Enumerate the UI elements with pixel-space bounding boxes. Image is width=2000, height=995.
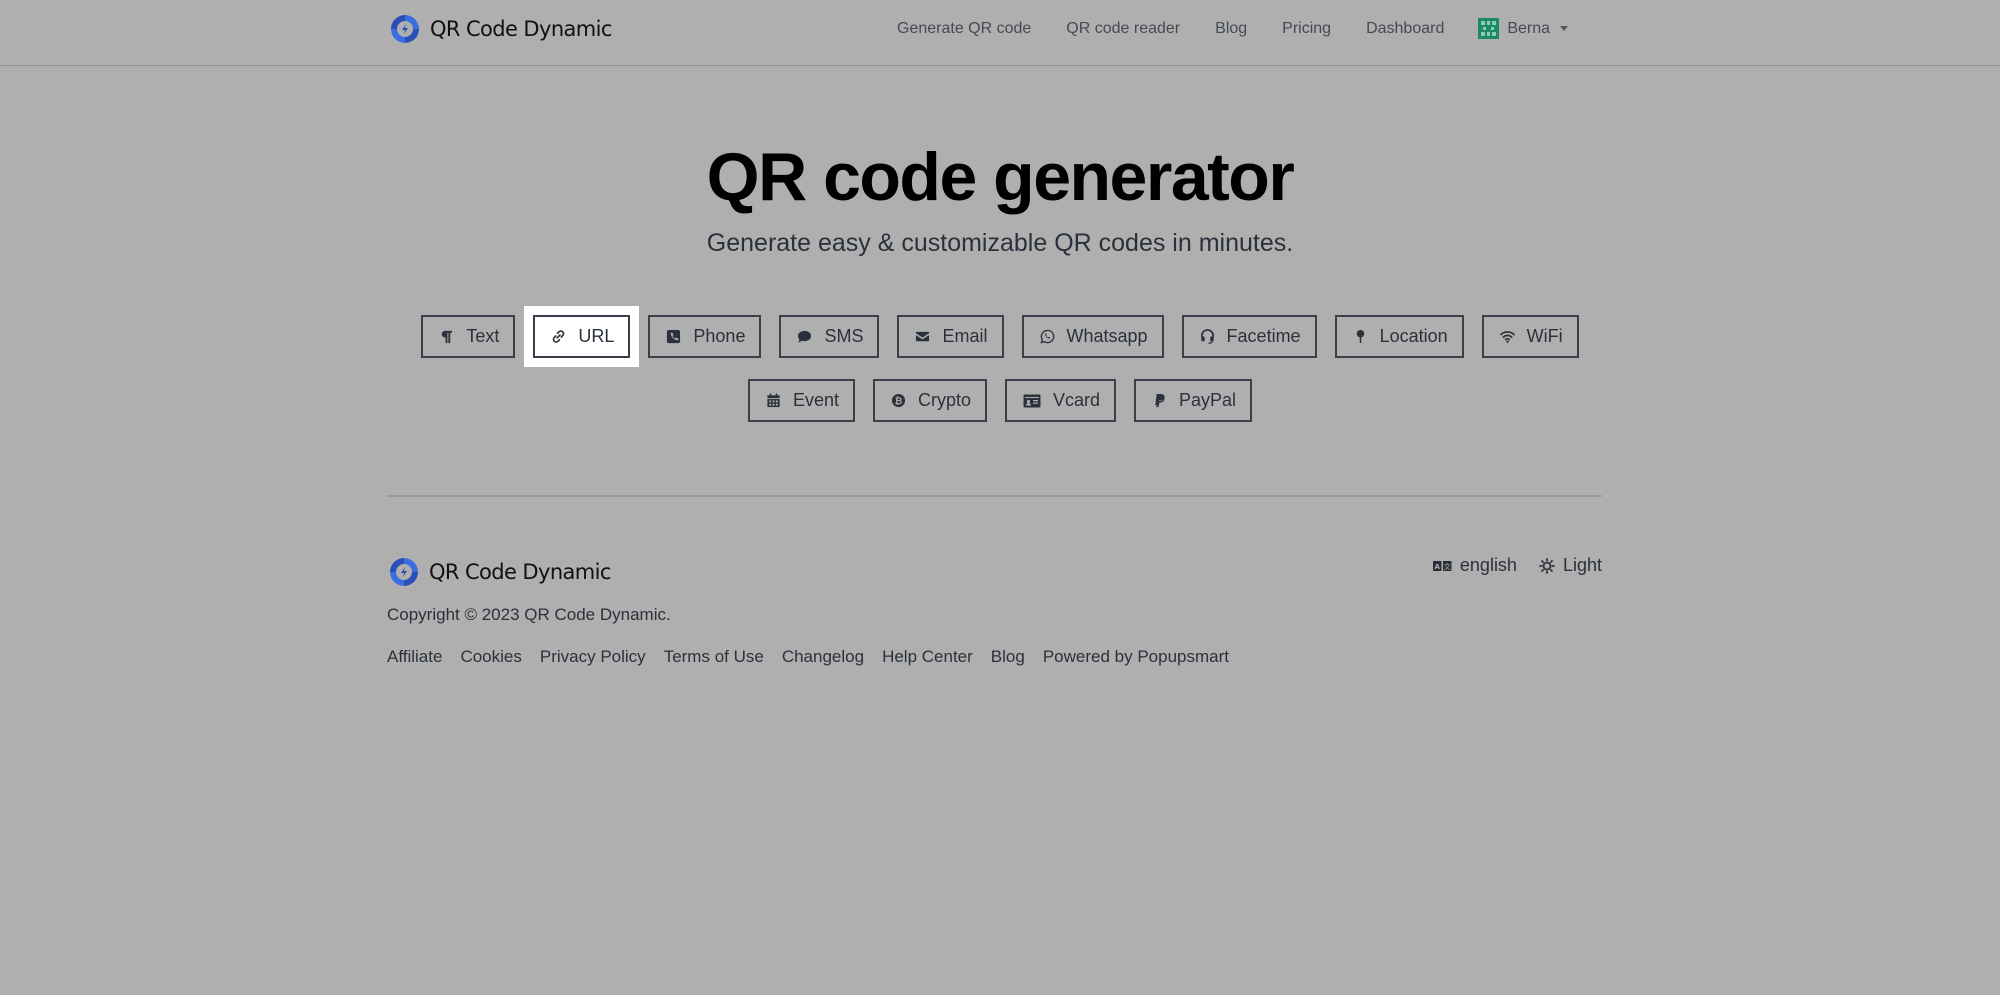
qr-type-text-button[interactable]: Text bbox=[421, 315, 516, 358]
theme-label: Light bbox=[1562, 555, 1602, 575]
qr-type-whatsapp-button[interactable]: Whatsapp bbox=[1021, 315, 1164, 358]
qr-code-dynamic-logo-icon bbox=[391, 15, 419, 43]
qr-code-dynamic-logo-icon bbox=[390, 558, 418, 586]
user-menu[interactable]: Berna bbox=[1478, 18, 1569, 39]
qr-type-email-button[interactable]: Email bbox=[897, 315, 1004, 358]
translate-icon: A文 bbox=[1432, 560, 1452, 571]
paypal-icon bbox=[1155, 393, 1165, 408]
footer-link-affiliate[interactable]: Affiliate bbox=[387, 647, 442, 667]
nav-qr-code-reader[interactable]: QR code reader bbox=[1066, 20, 1180, 38]
nav-pricing[interactable]: Pricing bbox=[1282, 20, 1331, 38]
page-subtitle: Generate easy & customizable QR codes in… bbox=[706, 229, 1294, 257]
nav-dashboard[interactable]: Dashboard bbox=[1366, 20, 1444, 38]
qr-type-phone-button[interactable]: Phone bbox=[648, 315, 762, 358]
qr-type-facetime-button[interactable]: Facetime bbox=[1181, 315, 1317, 358]
qr-type-wifi-button[interactable]: WiFi bbox=[1481, 315, 1579, 358]
paragraph-icon bbox=[442, 330, 453, 344]
qr-type-label: Facetime bbox=[1226, 326, 1301, 346]
qr-type-label: PayPal bbox=[1179, 390, 1237, 410]
footer-link-privacy-policy[interactable]: Privacy Policy bbox=[540, 647, 646, 667]
user-name: Berna bbox=[1507, 19, 1551, 37]
headset-icon bbox=[1200, 329, 1214, 344]
sun-icon bbox=[1539, 557, 1555, 574]
svg-text:文: 文 bbox=[1444, 562, 1451, 571]
nav-generate-qr-code[interactable]: Generate QR code bbox=[897, 20, 1031, 38]
qr-type-label: Text bbox=[466, 326, 500, 346]
svg-text:A: A bbox=[1434, 563, 1440, 571]
language-label: english bbox=[1459, 555, 1517, 575]
phone-icon bbox=[667, 329, 681, 344]
qr-type-label: Whatsapp bbox=[1066, 326, 1148, 346]
qr-type-sms-button[interactable]: SMS bbox=[779, 315, 880, 358]
bitcoin-icon: ₿ bbox=[891, 393, 906, 408]
footer-link-changelog[interactable]: Changelog bbox=[782, 647, 864, 667]
chevron-down-icon bbox=[1560, 26, 1569, 31]
theme-switcher[interactable]: Light bbox=[1539, 555, 1602, 576]
qr-type-crypto-button[interactable]: ₿ Crypto bbox=[872, 379, 987, 422]
qr-type-label: Location bbox=[1379, 326, 1448, 346]
qr-type-paypal-button[interactable]: PayPal bbox=[1134, 379, 1253, 422]
link-icon bbox=[553, 330, 565, 343]
qr-type-label: URL bbox=[578, 326, 615, 346]
section-divider bbox=[387, 495, 1602, 497]
qr-type-label: Event bbox=[792, 390, 839, 410]
footer-link-help-center[interactable]: Help Center bbox=[882, 647, 973, 667]
qr-type-location-button[interactable]: Location bbox=[1334, 315, 1464, 358]
qr-type-selector-row-1: Text URL Phone SMS Email Whatsapp Faceti… bbox=[0, 315, 2000, 358]
qr-type-label: WiFi bbox=[1526, 326, 1563, 346]
page-title: QR code generator bbox=[706, 139, 1295, 215]
language-switcher[interactable]: A文 english bbox=[1432, 555, 1517, 576]
footer-settings: A文 english Light bbox=[1432, 555, 1602, 576]
map-pin-icon bbox=[1356, 329, 1364, 344]
footer-link-blog[interactable]: Blog bbox=[991, 647, 1025, 667]
nav-blog[interactable]: Blog bbox=[1215, 20, 1247, 38]
main-nav: Generate QR code QR code reader Blog Pri… bbox=[897, 18, 1569, 39]
footer-link-cookies[interactable]: Cookies bbox=[460, 647, 521, 667]
whatsapp-icon bbox=[1039, 329, 1054, 344]
envelope-icon bbox=[916, 331, 930, 342]
qr-type-vcard-button[interactable]: Vcard bbox=[1004, 379, 1117, 422]
footer-brand[interactable]: QR Code Dynamic bbox=[387, 555, 611, 589]
qr-type-label: Vcard bbox=[1052, 390, 1101, 410]
top-navbar: QR Code Dynamic Generate QR code QR code… bbox=[0, 0, 2000, 66]
copyright-text: Copyright © 2023 QR Code Dynamic. bbox=[387, 605, 671, 624]
footer-links: Affiliate Cookies Privacy Policy Terms o… bbox=[387, 647, 1229, 667]
qr-type-label: Crypto bbox=[917, 390, 971, 410]
footer-link-powered-by-popupsmart[interactable]: Powered by Popupsmart bbox=[1043, 647, 1229, 667]
sms-icon bbox=[798, 330, 812, 343]
brand-name: QR Code Dynamic bbox=[430, 17, 612, 41]
wifi-icon bbox=[1499, 331, 1515, 343]
qr-type-event-button[interactable]: Event bbox=[747, 379, 855, 422]
calendar-icon bbox=[767, 393, 780, 408]
footer-brand-name: QR Code Dynamic bbox=[429, 560, 611, 584]
qr-type-selector-row-2: Event ₿ Crypto Vcard PayPal bbox=[0, 379, 2000, 422]
id-card-icon bbox=[1023, 394, 1041, 407]
brand-logo-link[interactable]: QR Code Dynamic bbox=[388, 12, 612, 46]
footer-link-terms-of-use[interactable]: Terms of Use bbox=[664, 647, 764, 667]
avatar bbox=[1478, 18, 1500, 39]
svg-text:₿: ₿ bbox=[895, 396, 903, 407]
qr-type-label: Email bbox=[942, 326, 988, 346]
qr-type-label: SMS bbox=[824, 326, 864, 346]
qr-type-label: Phone bbox=[693, 326, 746, 346]
qr-type-url-button[interactable]: URL bbox=[533, 315, 631, 358]
